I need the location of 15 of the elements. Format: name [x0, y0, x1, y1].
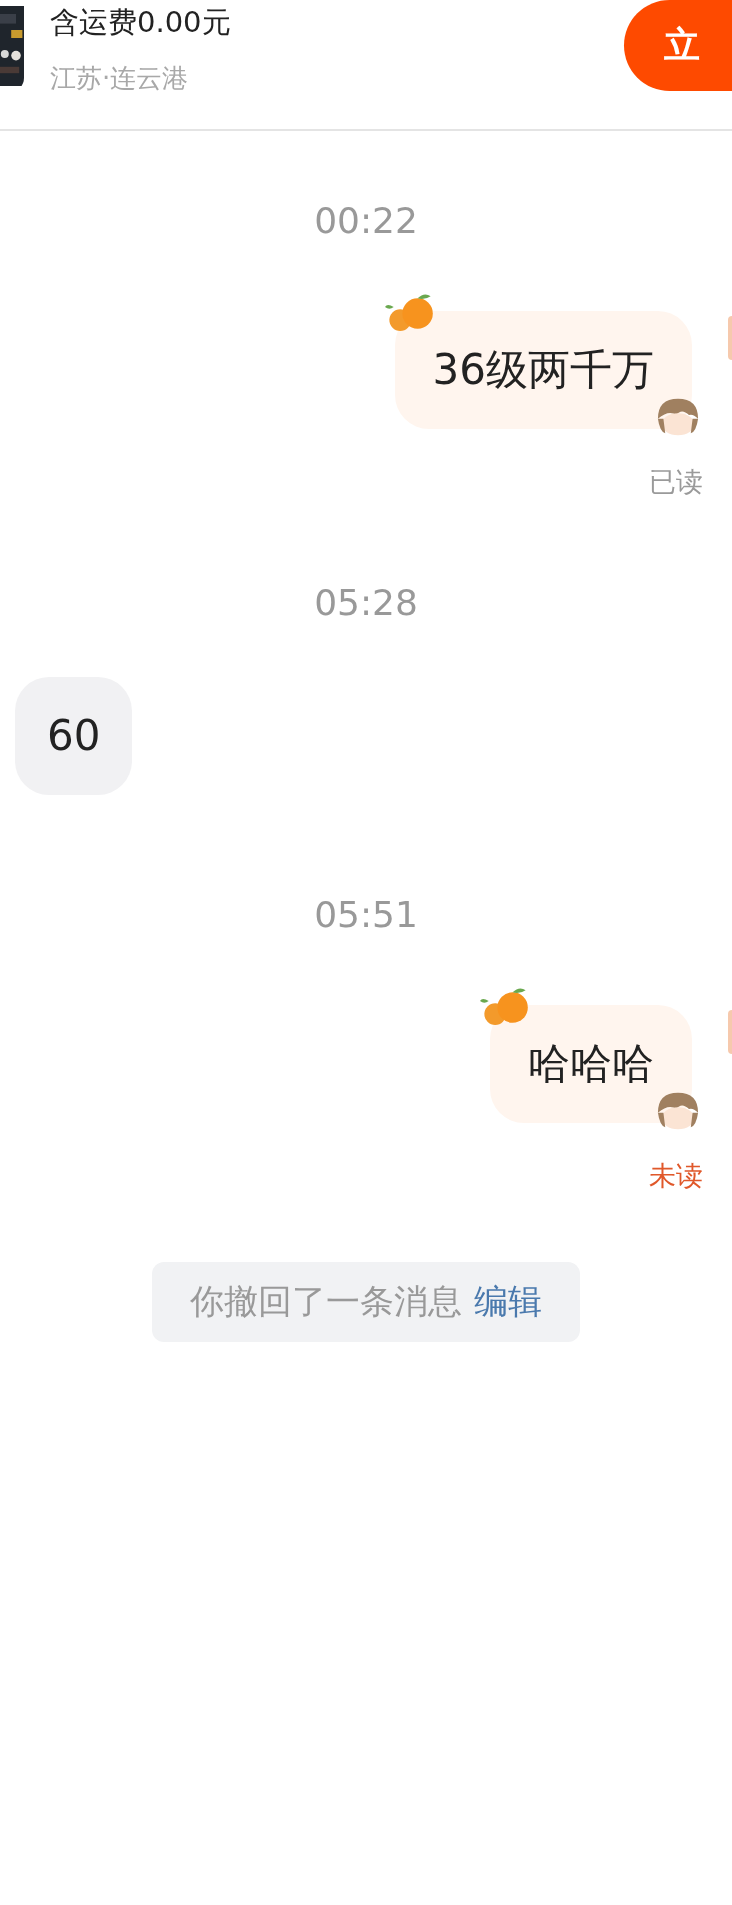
read-status: 未读	[648, 1159, 704, 1193]
avatar	[728, 316, 732, 360]
fruit-icon	[384, 294, 435, 331]
message-bubble: 60	[15, 677, 133, 795]
timestamp: 00:22	[313, 199, 419, 243]
edit-link[interactable]: 编辑	[474, 1279, 542, 1325]
location-text: 江苏·连云港	[50, 62, 190, 94]
product-title: 含运费0.00元	[50, 4, 231, 40]
recall-text: 你撤回了一条消息	[190, 1280, 462, 1323]
buy-button[interactable]: 立	[624, 0, 732, 91]
timestamp: 05:28	[313, 581, 419, 625]
avatar	[728, 1010, 732, 1054]
read-status: 已读	[648, 465, 704, 499]
timestamp: 05:51	[313, 893, 419, 937]
fruit-icon	[480, 988, 530, 1025]
